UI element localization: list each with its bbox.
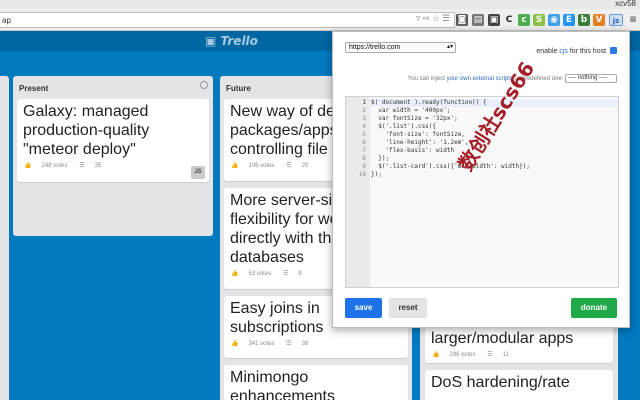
extension-s-icon[interactable]: S <box>533 14 545 26</box>
extension-icon[interactable]: ◙ <box>456 14 468 26</box>
reset-button[interactable]: reset <box>389 298 427 318</box>
line-number: 6 <box>362 139 366 146</box>
list-partial-left <box>0 76 9 400</box>
code-line: var width = '400px'; <box>371 107 451 114</box>
cjs-extension-icon[interactable]: js <box>609 14 623 26</box>
address-bar[interactable]: ap <box>0 12 455 28</box>
card-title: Galaxy: managed production-quality "mete… <box>23 103 150 158</box>
comment-icon: ☰ <box>79 163 85 169</box>
line-number: 4 <box>362 123 366 130</box>
vote-count: 296 votes <box>449 352 476 358</box>
vote-count: 341 votes <box>248 341 275 347</box>
comment-count: 35 <box>94 163 102 169</box>
save-button[interactable]: save <box>345 298 382 318</box>
code-line: $('.list').css({ <box>371 123 437 130</box>
trello-logo[interactable]: ▣ Trello <box>205 34 258 48</box>
extension-b-icon[interactable]: b <box>578 14 590 26</box>
comment-count: 20 <box>301 163 309 169</box>
comment-icon: ☰ <box>487 352 493 358</box>
card-meta: 👍 341 votes ☰ 38 <box>224 337 408 350</box>
list-title: Present <box>19 84 49 93</box>
code-line: var fontSize = '32px'; <box>371 115 458 122</box>
line-number: 9 <box>362 163 366 170</box>
menu-icon[interactable]: ☰ <box>442 13 452 23</box>
comment-icon: ☰ <box>282 271 289 277</box>
card[interactable]: larger/modular apps 👍 296 votes ☰ 11 <box>425 326 613 363</box>
address-bar-icons: ▿⇨☆☰ <box>416 13 452 24</box>
extension-e-icon[interactable]: E <box>563 14 575 26</box>
line-number: 2 <box>362 107 366 114</box>
inject-label-prefix: You can inject <box>407 76 447 83</box>
comment-count: 11 <box>502 352 509 358</box>
browser-toolbar: ap ▿⇨☆☰ ◙ ▤ ▣ C c S ◉ E b V js ≡ <box>0 9 640 31</box>
line-number: 7 <box>362 147 366 154</box>
thumbs-up-icon[interactable]: 👍 <box>24 163 31 169</box>
card-meta: 👍 296 votes ☰ 11 <box>425 348 613 361</box>
browser-menu-icon[interactable]: ≡ <box>627 14 639 26</box>
vote-count: 53 votes <box>248 271 272 277</box>
extension-c-icon[interactable]: C <box>503 14 515 26</box>
extension-c-green-icon[interactable]: c <box>518 14 530 26</box>
cjs-popup: https://trello.com ▴▾ enable cjs for thi… <box>332 31 630 328</box>
comment-count: 38 <box>301 341 309 347</box>
line-number: 5 <box>362 131 366 138</box>
code-line: 'font-size': fontSize, <box>371 131 465 138</box>
code-line: $('.list-card').css({'max-width': width}… <box>371 163 530 170</box>
camera-icon[interactable]: ◉ <box>548 14 560 26</box>
os-menubar: xcv58 <box>0 0 640 9</box>
line-number: 10 <box>358 171 366 178</box>
thumbs-up-icon[interactable]: 👍 <box>231 341 238 347</box>
comment-icon: ☰ <box>286 163 292 169</box>
donate-button[interactable]: donate <box>571 298 617 318</box>
extension-v-icon[interactable]: V <box>593 14 605 26</box>
line-number: 3 <box>362 115 366 122</box>
comment-icon: ☰ <box>286 341 292 347</box>
card-meta: 👍 248 votes ☰ 35 <box>17 159 209 172</box>
avatar[interactable]: JS <box>191 166 205 179</box>
host-select[interactable]: https://trello.com ▴▾ <box>345 42 456 53</box>
enable-label-suffix: for this host <box>567 48 607 55</box>
card-title: Minimongo enhancements <box>230 369 335 400</box>
enable-label-prefix: enable <box>536 48 560 55</box>
code-line: 'line-height': '1.2em', <box>371 139 469 146</box>
share-icon[interactable]: ⇨ <box>423 13 433 23</box>
code-line: 'flex-basis': width <box>371 147 455 154</box>
predefined-script-select[interactable]: ---- nothing ---- <box>565 74 617 83</box>
host-select-value: https://trello.com <box>349 44 401 51</box>
trello-logo-text: Trello <box>220 34 258 48</box>
thumbs-up-icon[interactable]: 👍 <box>432 352 439 358</box>
vote-count: 248 votes <box>41 163 68 169</box>
extension-icon[interactable]: ▣ <box>488 14 500 26</box>
predefined-script-value: ---- nothing ---- <box>568 75 608 81</box>
code-line: }); <box>371 171 382 178</box>
enable-checkbox[interactable] <box>610 47 617 54</box>
card-title: DoS hardening/rate <box>431 374 570 391</box>
vote-count: 106 votes <box>248 163 275 169</box>
card-title: larger/modular apps <box>431 330 574 347</box>
line-number: 1 <box>362 99 366 106</box>
code-line: $( document ).ready(function() { <box>371 99 487 106</box>
line-number: 8 <box>362 155 366 162</box>
card[interactable]: Minimongo enhancements <box>224 365 408 400</box>
card[interactable]: Galaxy: managed production-quality "mete… <box>17 99 209 182</box>
star-icon[interactable]: ☆ <box>432 13 442 23</box>
os-username: xcv58 <box>615 0 636 8</box>
list-title: Future <box>226 84 251 93</box>
enable-label-cjs: cjs <box>559 48 568 55</box>
list-menu-icon[interactable] <box>200 81 208 89</box>
list-present: Present Galaxy: managed production-quali… <box>13 76 213 236</box>
select-arrows-icon: ▴▾ <box>446 44 453 50</box>
extension-icon[interactable]: ▤ <box>472 14 484 26</box>
enable-toggle-row: enable cjs for this host <box>536 47 617 55</box>
code-line: }); <box>371 155 390 162</box>
comment-count: 9 <box>298 271 302 277</box>
thumbs-up-icon[interactable]: 👍 <box>231 163 238 169</box>
thumbs-up-icon[interactable]: 👍 <box>231 271 238 277</box>
card[interactable]: DoS hardening/rate <box>425 370 613 400</box>
